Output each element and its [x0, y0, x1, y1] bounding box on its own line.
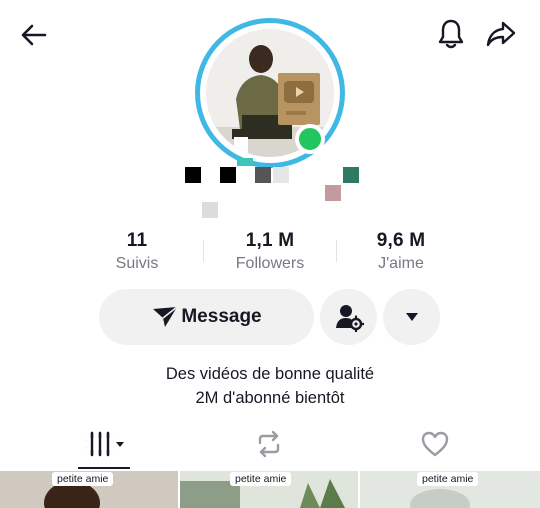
send-icon — [153, 306, 178, 327]
content-tabs — [0, 423, 540, 469]
more-options-button[interactable] — [383, 289, 440, 345]
share-arrow-icon — [486, 21, 516, 47]
profile-stats: 11 Suivis 1,1 M Followers 9,6 M J'aime — [0, 230, 540, 276]
notifications-button[interactable] — [433, 16, 469, 52]
video-tag: petite amie — [52, 472, 114, 486]
back-button[interactable] — [16, 17, 52, 53]
name-pixel — [237, 158, 253, 166]
videos-grid-icon — [86, 431, 124, 457]
name-pixel — [255, 167, 271, 183]
name-pixel — [185, 167, 201, 183]
video-thumbnail[interactable]: petite amie — [180, 471, 358, 508]
online-status-indicator — [295, 124, 325, 154]
tab-liked[interactable] — [405, 423, 465, 465]
name-pixel — [202, 202, 218, 218]
repost-icon — [258, 430, 280, 458]
video-thumbnail[interactable]: petite amie — [360, 471, 540, 508]
following-count: 11 — [126, 230, 148, 251]
stat-likes[interactable]: 9,6 M J'aime — [326, 230, 476, 273]
name-pixel — [273, 167, 289, 183]
stat-following[interactable]: 11 Suivis — [62, 230, 212, 273]
video-tag: petite amie — [417, 472, 479, 486]
following-label: Suivis — [115, 255, 159, 272]
bell-icon — [438, 19, 464, 49]
likes-count: 9,6 M — [376, 230, 426, 251]
user-settings-icon — [335, 305, 364, 332]
tab-reposts[interactable] — [239, 423, 299, 465]
name-pixel — [343, 167, 359, 183]
message-label: Message — [181, 306, 262, 327]
tab-videos[interactable] — [76, 423, 136, 465]
likes-label: J'aime — [378, 255, 424, 272]
followers-label: Followers — [235, 255, 305, 272]
stat-followers[interactable]: 1,1 M Followers — [195, 230, 345, 273]
video-thumbnail[interactable]: petite amie — [0, 471, 178, 508]
followers-count: 1,1 M — [245, 230, 295, 251]
friend-settings-button[interactable] — [320, 289, 377, 345]
active-tab-indicator — [78, 467, 130, 469]
bio-line-2: 2M d'abonné bientôt — [195, 389, 345, 407]
arrow-left-icon — [21, 24, 47, 46]
caret-down-icon — [405, 313, 418, 321]
message-button[interactable]: Message — [99, 289, 314, 345]
name-pixel — [220, 167, 236, 183]
share-button[interactable] — [483, 16, 519, 52]
profile-avatar[interactable] — [195, 18, 345, 168]
name-pixel — [325, 185, 341, 201]
profile-bio: Des vidéos de bonne qualité 2M d'abonné … — [0, 362, 540, 410]
video-tag: petite amie — [230, 472, 292, 486]
heart-icon — [421, 431, 449, 457]
bio-line-1: Des vidéos de bonne qualité — [165, 365, 375, 383]
